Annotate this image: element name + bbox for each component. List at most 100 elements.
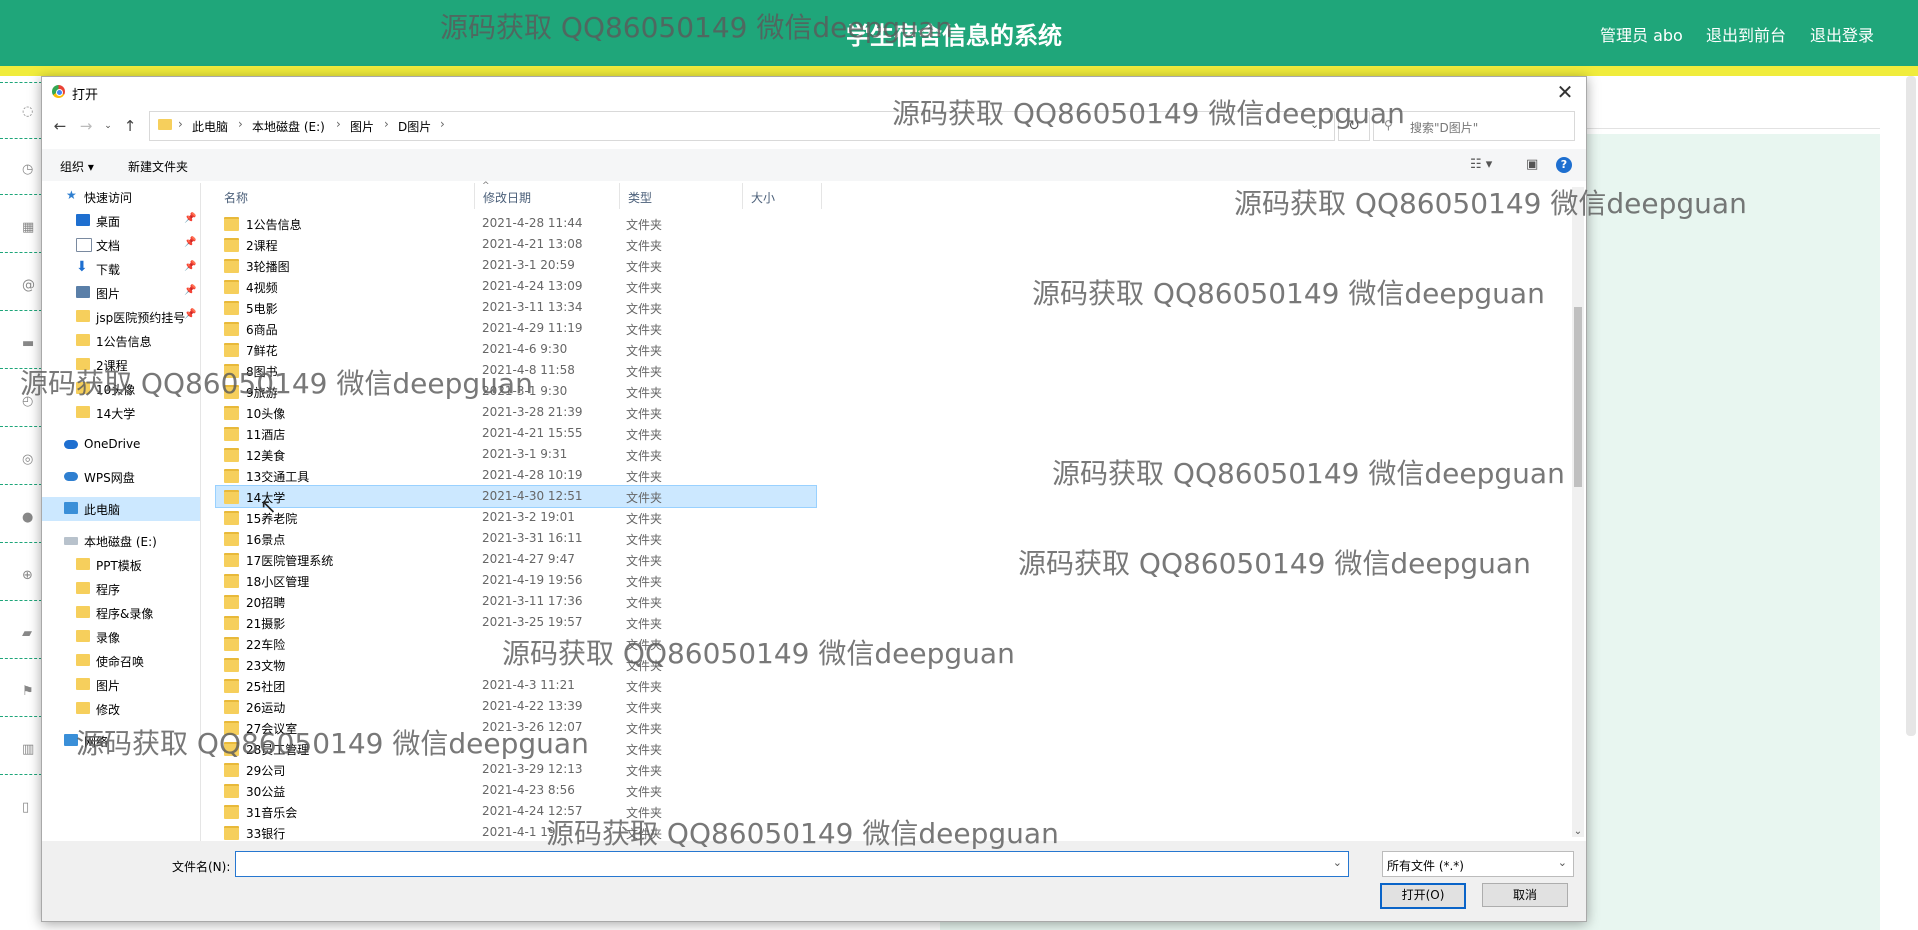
at-icon[interactable]: @ <box>22 278 38 294</box>
chevron-right-icon[interactable]: › <box>238 117 243 131</box>
file-row[interactable]: 30公益 2021-4-23 8:56 文件夹 <box>216 780 816 801</box>
divider <box>0 658 42 659</box>
preview-pane-icon[interactable]: ▣ <box>1526 157 1538 172</box>
chevron-right-icon[interactable]: › <box>336 117 341 131</box>
file-type: 文件夹 <box>626 617 663 631</box>
file-row[interactable]: 29公司 2021-3-29 12:13 文件夹 <box>216 759 816 780</box>
back-arrow-icon[interactable]: ← <box>50 116 70 136</box>
file-row[interactable]: 4视频 2021-4-24 13:09 文件夹 <box>216 276 816 297</box>
nav-folder-cod[interactable]: 使命召唤 <box>42 649 200 673</box>
nav-folder-images[interactable]: 图片 <box>42 673 200 697</box>
file-row[interactable]: 12美食 2021-3-1 9:31 文件夹 <box>216 444 816 465</box>
chat-icon[interactable]: ▬ <box>22 336 38 352</box>
folder-icon <box>224 259 239 273</box>
page-scrollbar[interactable] <box>1906 76 1916 736</box>
open-button[interactable]: 打开(O) <box>1380 883 1466 909</box>
cancel-button[interactable]: 取消 <box>1482 883 1568 907</box>
nav-folder-programs[interactable]: 程序 <box>42 577 200 601</box>
nav-folder-hospital[interactable]: jsp医院预约挂号 📌 <box>42 305 200 329</box>
breadcrumb-this-pc[interactable]: 此电脑 <box>192 118 228 135</box>
breadcrumb-local-disk[interactable]: 本地磁盘 (E:) <box>252 118 325 135</box>
view-options-icon[interactable]: ☷ ▾ <box>1470 157 1492 172</box>
file-row[interactable]: 21摄影 2021-3-25 19:57 文件夹 <box>216 612 816 633</box>
file-list-scrollbar[interactable]: ⌄ <box>1572 187 1584 837</box>
nav-local-disk-e[interactable]: 本地磁盘 (E:) <box>42 529 200 553</box>
back-to-frontend-link[interactable]: 退出到前台 <box>1706 22 1786 46</box>
file-type: 文件夹 <box>626 680 663 694</box>
help-icon[interactable]: ? <box>1556 157 1572 173</box>
user-icon[interactable]: ● <box>22 510 38 526</box>
nav-folder-recording[interactable]: 录像 <box>42 625 200 649</box>
recent-locations-chevron-icon[interactable]: ⌄ <box>98 116 118 136</box>
file-type: 文件夹 <box>626 449 663 463</box>
nav-folder-programs-recording[interactable]: 程序&录像 <box>42 601 200 625</box>
ticket-icon[interactable]: ▰ <box>22 626 38 642</box>
file-row[interactable]: 11酒店 2021-4-21 15:55 文件夹 <box>216 423 816 444</box>
chevron-down-icon[interactable]: ⌄ <box>1333 856 1342 869</box>
column-header-date[interactable]: 修改日期 <box>475 183 620 209</box>
logout-link[interactable]: 退出登录 <box>1810 22 1874 46</box>
chevron-down-icon[interactable]: ⌄ <box>1572 826 1584 837</box>
file-row[interactable]: 18小区管理 2021-4-19 19:56 文件夹 <box>216 570 816 591</box>
folder-icon <box>224 658 239 672</box>
star-icon: ★ <box>66 188 77 202</box>
file-row[interactable]: 13交通工具 2021-4-28 10:19 文件夹 <box>216 465 816 486</box>
file-row[interactable]: 6商品 2021-4-29 11:19 文件夹 <box>216 318 816 339</box>
nav-folder-notice[interactable]: 1公告信息 <box>42 329 200 353</box>
scrollbar-thumb[interactable] <box>1574 307 1582 487</box>
grid-icon[interactable]: ▦ <box>22 220 38 236</box>
file-row[interactable]: 5电影 2021-3-11 13:34 文件夹 <box>216 297 816 318</box>
filename-label: 文件名(N): <box>172 860 231 874</box>
column-header-size[interactable]: 大小 <box>743 183 822 209</box>
nav-folder-ppt[interactable]: PPT模板 <box>42 553 200 577</box>
chevron-right-icon[interactable]: › <box>384 117 389 131</box>
filename-input[interactable]: ⌄ <box>235 851 1349 877</box>
flag-icon[interactable]: ⚑ <box>22 684 38 700</box>
folder-icon <box>224 532 239 546</box>
chart-icon[interactable]: ▥ <box>22 742 38 758</box>
phone-icon[interactable]: ▯ <box>22 800 38 816</box>
file-date: 2021-4-28 11:44 <box>482 216 583 230</box>
file-row[interactable]: 14大学 2021-4-30 12:51 文件夹 <box>215 485 817 508</box>
nav-quick-access[interactable]: ★ 快速访问 <box>42 185 200 209</box>
breadcrumb-d-pictures[interactable]: D图片 <box>398 118 431 135</box>
file-name: 16景点 <box>246 533 286 547</box>
target-icon[interactable]: ⊕ <box>22 568 38 584</box>
clock-icon[interactable]: ◷ <box>22 162 38 178</box>
file-row[interactable]: 7鲜花 2021-4-6 9:30 文件夹 <box>216 339 816 360</box>
file-row[interactable]: 16景点 2021-3-31 16:11 文件夹 <box>216 528 816 549</box>
bell-icon[interactable]: ◌ <box>22 104 38 120</box>
nav-documents[interactable]: 文档 📌 <box>42 233 200 257</box>
file-row[interactable]: 2课程 2021-4-21 13:08 文件夹 <box>216 234 816 255</box>
file-row[interactable]: 3轮播图 2021-3-1 20:59 文件夹 <box>216 255 816 276</box>
file-row[interactable]: 20招聘 2021-3-11 17:36 文件夹 <box>216 591 816 612</box>
file-row[interactable]: 15养老院 2021-3-2 19:01 文件夹 <box>216 507 816 528</box>
column-header-type[interactable]: 类型 <box>620 183 743 209</box>
admin-user-link[interactable]: 管理员 abo <box>1600 22 1683 46</box>
nav-wps-drive[interactable]: WPS网盘 <box>42 465 200 489</box>
chevron-right-icon[interactable]: › <box>440 117 445 131</box>
folder-icon <box>224 490 239 504</box>
new-folder-button[interactable]: 新建文件夹 <box>128 158 188 175</box>
nav-desktop[interactable]: 桌面 📌 <box>42 209 200 233</box>
column-header-name[interactable]: 名称 <box>216 183 475 209</box>
organize-button[interactable]: 组织 ▾ <box>60 158 94 175</box>
nav-downloads[interactable]: ⬇ 下载 📌 <box>42 257 200 281</box>
filetype-select[interactable]: 所有文件 (*.*) ⌄ <box>1382 851 1574 877</box>
nav-this-pc[interactable]: 此电脑 <box>42 497 200 521</box>
file-row[interactable]: 17医院管理系统 2021-4-27 9:47 文件夹 <box>216 549 816 570</box>
compass-icon[interactable]: ◎ <box>22 452 38 468</box>
nav-pictures[interactable]: 图片 📌 <box>42 281 200 305</box>
file-row[interactable]: 1公告信息 2021-4-28 11:44 文件夹 <box>216 213 816 234</box>
up-arrow-icon[interactable]: ↑ <box>120 116 140 136</box>
nav-folder-modify[interactable]: 修改 <box>42 697 200 721</box>
chevron-right-icon[interactable]: › <box>178 117 183 131</box>
breadcrumb-pictures[interactable]: 图片 <box>350 118 374 135</box>
close-button[interactable]: ✕ <box>1552 79 1578 105</box>
file-row[interactable]: 10头像 2021-3-28 21:39 文件夹 <box>216 402 816 423</box>
nav-folder-university[interactable]: 14大学 <box>42 401 200 425</box>
file-row[interactable]: 25社团 2021-4-3 11:21 文件夹 <box>216 675 816 696</box>
file-row[interactable]: 26运动 2021-4-22 13:39 文件夹 <box>216 696 816 717</box>
nav-onedrive[interactable]: OneDrive <box>42 433 200 457</box>
forward-arrow-icon[interactable]: → <box>76 116 96 136</box>
